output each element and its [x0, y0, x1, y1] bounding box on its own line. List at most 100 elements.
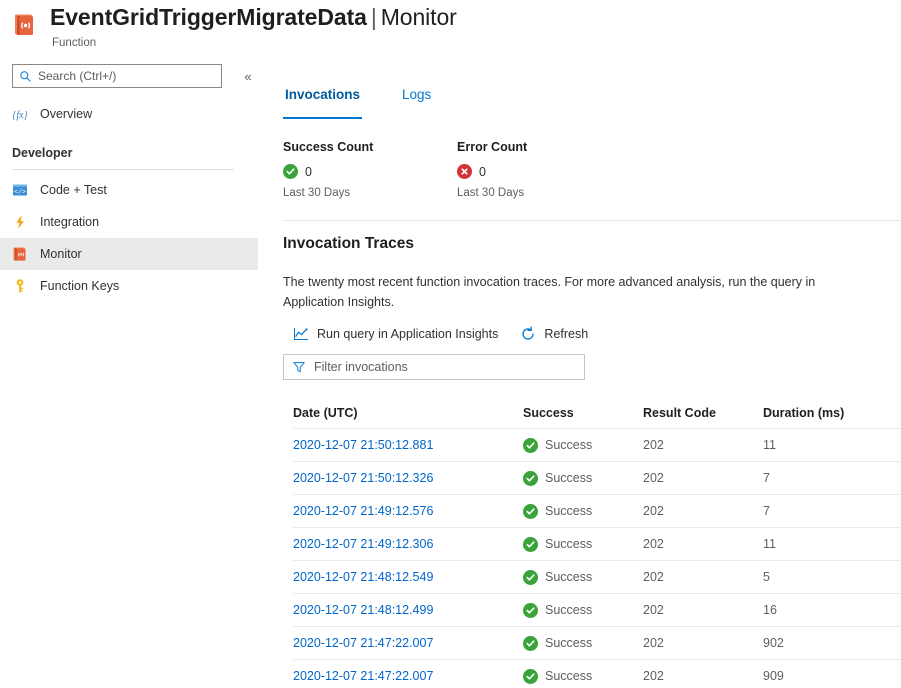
- success-label: Success: [545, 504, 592, 518]
- success-label: Success: [545, 669, 592, 683]
- invocation-date-link[interactable]: 2020-12-07 21:47:22.007: [293, 669, 433, 683]
- cell-date: 2020-12-07 21:50:12.881: [293, 438, 523, 452]
- search-icon: [19, 70, 32, 83]
- sidebar-item-function-keys[interactable]: Function Keys: [0, 270, 258, 302]
- table-row[interactable]: 2020-12-07 21:49:12.306 Success 202 11: [293, 528, 901, 560]
- cell-success: Success: [523, 669, 643, 684]
- success-label: Success: [545, 537, 592, 551]
- cell-result-code: 202: [643, 537, 763, 551]
- metric-title: Error Count: [457, 140, 637, 154]
- cell-duration: 11: [763, 438, 893, 452]
- cell-duration: 7: [763, 504, 893, 518]
- azure-portal-function-monitor-page: EventGridTriggerMigrateData|Monitor Func…: [0, 0, 901, 688]
- cell-date: 2020-12-07 21:48:12.549: [293, 570, 523, 584]
- metric-value: 0: [305, 165, 312, 179]
- cell-success: Success: [523, 438, 643, 453]
- page-title: EventGridTriggerMigrateData|Monitor: [50, 2, 457, 32]
- command-bar: Run query in Application Insights Refres…: [293, 326, 610, 342]
- invocation-date-link[interactable]: 2020-12-07 21:48:12.549: [293, 570, 433, 584]
- cell-success: Success: [523, 603, 643, 618]
- tab-invocations[interactable]: Invocations: [283, 82, 362, 114]
- cell-success: Success: [523, 636, 643, 651]
- function-fx-icon: {fx}: [12, 106, 28, 122]
- section-title-invocation-traces: Invocation Traces: [283, 235, 414, 253]
- column-header-result-code[interactable]: Result Code: [643, 406, 763, 420]
- invocation-date-link[interactable]: 2020-12-07 21:50:12.326: [293, 471, 433, 485]
- invocation-traces-table: Date (UTC) Success Result Code Duration …: [293, 398, 901, 688]
- resource-name: EventGridTriggerMigrateData: [50, 4, 367, 30]
- success-check-icon: [523, 438, 538, 453]
- code-brackets-icon: </>: [12, 182, 28, 198]
- invocation-date-link[interactable]: 2020-12-07 21:49:12.576: [293, 504, 433, 518]
- error-x-icon: [457, 164, 472, 179]
- table-row[interactable]: 2020-12-07 21:48:12.549 Success 202 5: [293, 561, 901, 593]
- table-body: 2020-12-07 21:50:12.881 Success 202 11 2…: [293, 429, 901, 688]
- cell-success: Success: [523, 504, 643, 519]
- page-title-block: EventGridTriggerMigrateData|Monitor Func…: [50, 2, 457, 51]
- command-label: Refresh: [544, 327, 588, 341]
- sidebar-item-label: Monitor: [40, 247, 82, 261]
- lightning-bolt-icon: [12, 214, 28, 230]
- column-header-date[interactable]: Date (UTC): [293, 406, 523, 420]
- main-content: Invocations Logs Success Count 0: [283, 56, 901, 688]
- table-row[interactable]: 2020-12-07 21:50:12.881 Success 202 11: [293, 429, 901, 461]
- refresh-button[interactable]: Refresh: [520, 326, 588, 342]
- cell-date: 2020-12-07 21:47:22.007: [293, 636, 523, 650]
- table-row[interactable]: 2020-12-07 21:48:12.499 Success 202 16: [293, 594, 901, 626]
- sidebar-group-divider: [12, 169, 234, 170]
- page-subtitle: Function: [50, 35, 457, 51]
- sidebar-group-label: Developer: [12, 146, 72, 160]
- command-label: Run query in Application Insights: [317, 327, 498, 341]
- invocation-date-link[interactable]: 2020-12-07 21:48:12.499: [293, 603, 433, 617]
- invocation-date-link[interactable]: 2020-12-07 21:50:12.881: [293, 438, 433, 452]
- cell-date: 2020-12-07 21:50:12.326: [293, 471, 523, 485]
- sidebar-group-developer: Developer: [0, 130, 270, 164]
- sidebar-item-integration[interactable]: Integration: [0, 206, 258, 238]
- table-row[interactable]: 2020-12-07 21:47:22.007 Success 202 909: [293, 660, 901, 688]
- tab-label: Logs: [402, 87, 431, 102]
- cell-success: Success: [523, 570, 643, 585]
- sidebar-item-label: Code + Test: [40, 183, 107, 197]
- svg-text:</>: </>: [14, 189, 26, 197]
- filter-invocations-input[interactable]: Filter invocations: [283, 354, 585, 380]
- table-row[interactable]: 2020-12-07 21:49:12.576 Success 202 7: [293, 495, 901, 527]
- invocation-date-link[interactable]: 2020-12-07 21:49:12.306: [293, 537, 433, 551]
- cell-result-code: 202: [643, 471, 763, 485]
- sidebar-item-code-test[interactable]: </> Code + Test: [0, 174, 258, 206]
- page-name: Monitor: [381, 4, 457, 30]
- function-monitor-icon: [12, 12, 38, 38]
- success-label: Success: [545, 471, 592, 485]
- cell-result-code: 202: [643, 570, 763, 584]
- success-check-icon: [523, 471, 538, 486]
- chevron-double-left-icon[interactable]: «: [238, 66, 258, 86]
- cell-date: 2020-12-07 21:48:12.499: [293, 603, 523, 617]
- tab-strip: Invocations Logs: [283, 82, 471, 114]
- tab-label: Invocations: [285, 87, 360, 102]
- table-row[interactable]: 2020-12-07 21:50:12.326 Success 202 7: [293, 462, 901, 494]
- search-placeholder: Search (Ctrl+/): [38, 69, 116, 83]
- metric-title: Success Count: [283, 140, 463, 154]
- success-check-icon: [523, 669, 538, 684]
- sidebar-item-label: Integration: [40, 215, 99, 229]
- monitor-book-icon: [12, 246, 28, 262]
- success-check-icon: [523, 636, 538, 651]
- run-query-in-application-insights-button[interactable]: Run query in Application Insights: [293, 326, 498, 342]
- tab-active-underline: [283, 117, 362, 119]
- svg-text:{fx}: {fx}: [12, 110, 27, 121]
- cell-success: Success: [523, 537, 643, 552]
- success-label: Success: [545, 603, 592, 617]
- tab-logs[interactable]: Logs: [400, 82, 433, 114]
- cell-result-code: 202: [643, 438, 763, 452]
- search-input[interactable]: Search (Ctrl+/): [12, 64, 222, 88]
- key-icon: [12, 278, 28, 294]
- title-separator: |: [371, 4, 377, 30]
- sidebar-item-monitor[interactable]: Monitor: [0, 238, 258, 270]
- sidebar-nav-list: {fx} Overview Developer </>: [0, 98, 270, 302]
- sidebar-item-overview[interactable]: {fx} Overview: [0, 98, 258, 130]
- section-description: The twenty most recent function invocati…: [283, 272, 878, 312]
- column-header-duration[interactable]: Duration (ms): [763, 406, 893, 420]
- column-header-success[interactable]: Success: [523, 406, 643, 420]
- table-row[interactable]: 2020-12-07 21:47:22.007 Success 202 902: [293, 627, 901, 659]
- invocation-date-link[interactable]: 2020-12-07 21:47:22.007: [293, 636, 433, 650]
- line-chart-icon: [293, 326, 309, 342]
